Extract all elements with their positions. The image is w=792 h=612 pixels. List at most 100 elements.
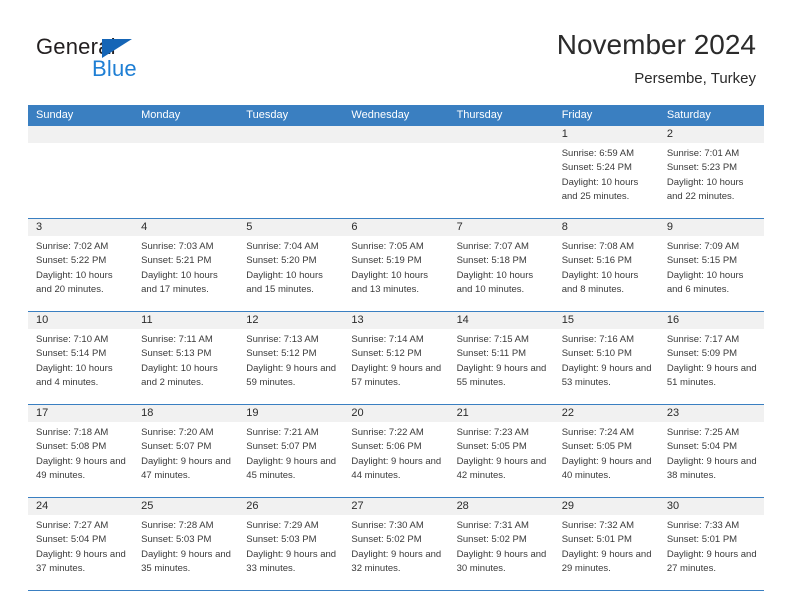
sunset-text: Sunset: 5:07 PM <box>141 441 212 453</box>
sunrise-text: Sunrise: 7:29 AM <box>246 520 319 531</box>
daylight-text: Daylight: 9 hours and 30 minutes. <box>456 548 547 574</box>
sunrise-text: Sunrise: 7:16 AM <box>561 334 635 345</box>
week-row: 3 Sunrise: 7:02 AM Sunset: 5:22 PM Daylight… <box>28 218 764 311</box>
sunset-text: Sunset: 5:11 PM <box>456 348 527 360</box>
day-cell[interactable]: 22 Sunrise: 7:24 AM Sunset: 5:05 PM Dayligh… <box>553 405 659 497</box>
general-blue-logo[interactable]: General Blue <box>36 34 216 90</box>
weekday-monday: Monday <box>141 109 181 121</box>
daylight-text: Daylight: 10 hours and 25 minutes. <box>561 176 639 202</box>
day-cell[interactable]: 18 Sunrise: 7:20 AM Sunset: 5:07 PM Dayligh… <box>133 405 239 497</box>
day-number <box>238 126 344 143</box>
weeks-container: 1 Sunrise: 6:59 AM Sunset: 5:24 PM Daylight… <box>28 126 764 591</box>
sunrise-text: Sunrise: 7:18 AM <box>36 427 109 438</box>
day-cell[interactable]: 27 Sunrise: 7:30 AM Sunset: 5:02 PM Dayligh… <box>343 498 449 590</box>
day-cell[interactable]: 13 Sunrise: 7:14 AM Sunset: 5:12 PM Dayligh… <box>343 312 449 404</box>
page-subtitle: Persembe, Turkey <box>634 70 756 87</box>
day-details: Sunrise: 7:03 AM Sunset: 5:21 PM Daylight:… <box>133 236 238 297</box>
sunrise-text: Sunrise: 7:25 AM <box>666 427 740 438</box>
day-details: Sunrise: 7:30 AM Sunset: 5:02 PM Daylight:… <box>343 515 448 576</box>
day-details: Sunrise: 7:18 AM Sunset: 5:08 PM Daylight:… <box>28 422 133 483</box>
sunrise-text: Sunrise: 7:11 AM <box>141 334 213 345</box>
day-number: 28 <box>448 498 554 515</box>
weekday-header-row: Sunday Monday Tuesday Wednesday Thursday… <box>28 105 764 126</box>
day-cell[interactable]: 7 Sunrise: 7:07 AM Sunset: 5:18 PM Daylight… <box>448 219 554 311</box>
day-cell-empty <box>448 126 554 218</box>
daylight-text: Daylight: 9 hours and 38 minutes. <box>666 455 757 481</box>
day-cell[interactable]: 15 Sunrise: 7:16 AM Sunset: 5:10 PM Dayligh… <box>553 312 659 404</box>
day-number: 22 <box>553 405 659 422</box>
sunrise-text: Sunrise: 7:05 AM <box>351 241 424 252</box>
day-cell[interactable]: 29 Sunrise: 7:32 AM Sunset: 5:01 PM Dayligh… <box>553 498 659 590</box>
sunset-text: Sunset: 5:02 PM <box>351 534 422 546</box>
weekday-wednesday: Wednesday <box>351 109 410 121</box>
calendar-page: General Blue November 2024 Persembe, Tur… <box>0 0 792 612</box>
sunset-text: Sunset: 5:14 PM <box>36 348 107 360</box>
day-cell[interactable]: 14 Sunrise: 7:15 AM Sunset: 5:11 PM Dayligh… <box>448 312 554 404</box>
day-details: Sunrise: 7:20 AM Sunset: 5:07 PM Daylight:… <box>133 422 238 483</box>
day-cell[interactable]: 28 Sunrise: 7:31 AM Sunset: 5:02 PM Dayligh… <box>448 498 554 590</box>
day-number: 14 <box>448 312 554 329</box>
day-cell[interactable]: 26 Sunrise: 7:29 AM Sunset: 5:03 PM Dayligh… <box>238 498 344 590</box>
day-cell[interactable]: 30 Sunrise: 7:33 AM Sunset: 5:01 PM Dayligh… <box>658 498 764 590</box>
day-details: Sunrise: 7:09 AM Sunset: 5:15 PM Daylight:… <box>659 236 764 297</box>
day-number: 30 <box>658 498 764 515</box>
sunset-text: Sunset: 5:03 PM <box>141 534 212 546</box>
day-cell[interactable]: 25 Sunrise: 7:28 AM Sunset: 5:03 PM Dayligh… <box>133 498 239 590</box>
daylight-text: Daylight: 9 hours and 55 minutes. <box>456 362 547 388</box>
day-cell[interactable]: 12 Sunrise: 7:13 AM Sunset: 5:12 PM Dayligh… <box>238 312 344 404</box>
day-cell[interactable]: 3 Sunrise: 7:02 AM Sunset: 5:22 PM Daylight… <box>28 219 134 311</box>
daylight-text: Daylight: 9 hours and 33 minutes. <box>246 548 337 574</box>
calendar-grid: Sunday Monday Tuesday Wednesday Thursday… <box>28 105 764 591</box>
sunrise-text: Sunrise: 7:15 AM <box>456 334 529 345</box>
day-cell[interactable]: 20 Sunrise: 7:22 AM Sunset: 5:06 PM Dayligh… <box>343 405 449 497</box>
day-number: 29 <box>553 498 659 515</box>
day-details: Sunrise: 7:24 AM Sunset: 5:05 PM Daylight:… <box>554 422 659 483</box>
daylight-text: Daylight: 9 hours and 40 minutes. <box>561 455 652 481</box>
day-cell[interactable]: 21 Sunrise: 7:23 AM Sunset: 5:05 PM Dayligh… <box>448 405 554 497</box>
day-cell[interactable]: 24 Sunrise: 7:27 AM Sunset: 5:04 PM Dayligh… <box>28 498 134 590</box>
sunrise-text: Sunrise: 7:10 AM <box>36 334 109 345</box>
day-cell[interactable]: 19 Sunrise: 7:21 AM Sunset: 5:07 PM Dayligh… <box>238 405 344 497</box>
weekday-saturday: Saturday <box>666 109 711 121</box>
day-cell[interactable]: 11 Sunrise: 7:11 AM Sunset: 5:13 PM Dayligh… <box>133 312 239 404</box>
daylight-text: Daylight: 10 hours and 13 minutes. <box>351 269 428 295</box>
day-cell[interactable]: 1 Sunrise: 6:59 AM Sunset: 5:24 PM Daylight… <box>553 126 659 218</box>
sunrise-text: Sunrise: 7:03 AM <box>141 241 214 252</box>
day-cell[interactable]: 10 Sunrise: 7:10 AM Sunset: 5:14 PM Dayligh… <box>28 312 134 404</box>
day-number: 1 <box>553 126 659 143</box>
day-number: 21 <box>448 405 554 422</box>
day-details: Sunrise: 7:11 AM Sunset: 5:13 PM Daylight:… <box>133 329 238 390</box>
day-cell[interactable]: 16 Sunrise: 7:17 AM Sunset: 5:09 PM Dayligh… <box>658 312 764 404</box>
daylight-text: Daylight: 10 hours and 20 minutes. <box>36 269 113 295</box>
daylight-text: Daylight: 10 hours and 22 minutes. <box>666 176 744 202</box>
day-details: Sunrise: 7:15 AM Sunset: 5:11 PM Daylight:… <box>449 329 554 390</box>
day-details: Sunrise: 7:23 AM Sunset: 5:05 PM Daylight:… <box>449 422 554 483</box>
day-cell[interactable]: 4 Sunrise: 7:03 AM Sunset: 5:21 PM Daylight… <box>133 219 239 311</box>
daylight-text: Daylight: 10 hours and 17 minutes. <box>141 269 218 295</box>
day-cell[interactable]: 17 Sunrise: 7:18 AM Sunset: 5:08 PM Dayligh… <box>28 405 134 497</box>
sunrise-text: Sunrise: 7:32 AM <box>561 520 635 531</box>
day-cell[interactable]: 23 Sunrise: 7:25 AM Sunset: 5:04 PM Dayligh… <box>658 405 764 497</box>
sunset-text: Sunset: 5:05 PM <box>456 441 527 453</box>
day-details: Sunrise: 7:32 AM Sunset: 5:01 PM Daylight:… <box>554 515 659 576</box>
day-number: 8 <box>553 219 659 236</box>
day-cell[interactable]: 5 Sunrise: 7:04 AM Sunset: 5:20 PM Daylight… <box>238 219 344 311</box>
sunset-text: Sunset: 5:22 PM <box>36 255 107 267</box>
day-cell[interactable]: 6 Sunrise: 7:05 AM Sunset: 5:19 PM Daylight… <box>343 219 449 311</box>
day-number: 19 <box>238 405 344 422</box>
sunset-text: Sunset: 5:21 PM <box>141 255 212 267</box>
sunset-text: Sunset: 5:10 PM <box>561 348 632 360</box>
day-number: 4 <box>133 219 239 236</box>
day-cell-empty <box>133 126 239 218</box>
day-cell[interactable]: 9 Sunrise: 7:09 AM Sunset: 5:15 PM Daylight… <box>658 219 764 311</box>
sunset-text: Sunset: 5:01 PM <box>561 534 632 546</box>
day-details: Sunrise: 7:28 AM Sunset: 5:03 PM Daylight:… <box>133 515 238 576</box>
day-details: Sunrise: 7:02 AM Sunset: 5:22 PM Daylight:… <box>28 236 133 297</box>
sunrise-text: Sunrise: 7:17 AM <box>666 334 740 345</box>
sunrise-text: Sunrise: 7:23 AM <box>456 427 529 438</box>
day-cell[interactable]: 8 Sunrise: 7:08 AM Sunset: 5:16 PM Daylight… <box>553 219 659 311</box>
day-cell[interactable]: 2 Sunrise: 7:01 AM Sunset: 5:23 PM Daylight… <box>658 126 764 218</box>
day-number: 27 <box>343 498 449 515</box>
daylight-text: Daylight: 10 hours and 4 minutes. <box>36 362 113 388</box>
daylight-text: Daylight: 9 hours and 53 minutes. <box>561 362 652 388</box>
